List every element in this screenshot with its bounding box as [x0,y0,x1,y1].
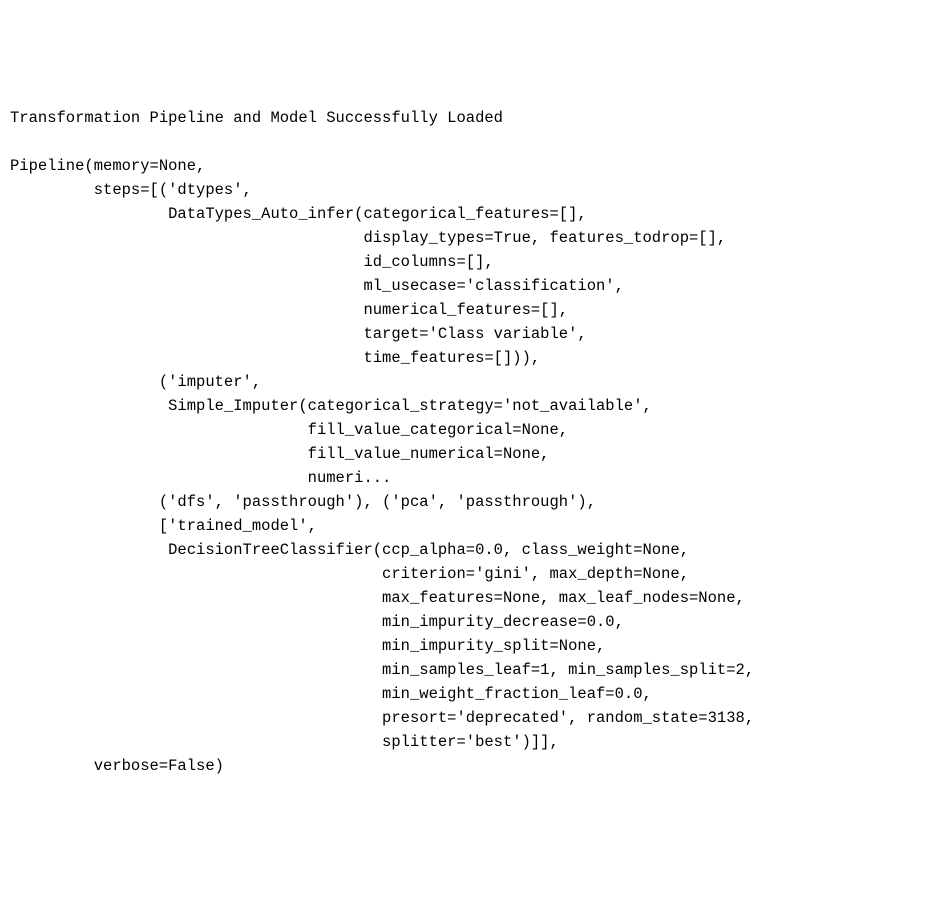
pipeline-line: min_weight_fraction_leaf=0.0, [10,685,652,703]
pipeline-line: fill_value_numerical=None, [10,445,550,463]
pipeline-line: ('dfs', 'passthrough'), ('pca', 'passthr… [10,493,596,511]
status-line: Transformation Pipeline and Model Succes… [10,109,503,127]
pipeline-line: ('imputer', [10,373,261,391]
pipeline-line: min_impurity_split=None, [10,637,605,655]
pipeline-line: DataTypes_Auto_infer(categorical_feature… [10,205,587,223]
pipeline-line: verbose=False) [10,757,224,775]
pipeline-line: presort='deprecated', random_state=3138, [10,709,754,727]
pipeline-line: min_impurity_decrease=0.0, [10,613,624,631]
pipeline-line: numeri... [10,469,391,487]
pipeline-line: Simple_Imputer(categorical_strategy='not… [10,397,652,415]
pipeline-line: target='Class variable', [10,325,587,343]
pipeline-line: display_types=True, features_todrop=[], [10,229,726,247]
pipeline-line: numerical_features=[], [10,301,568,319]
pipeline-line: min_samples_leaf=1, min_samples_split=2, [10,661,754,679]
pipeline-line: criterion='gini', max_depth=None, [10,565,689,583]
pipeline-line: fill_value_categorical=None, [10,421,568,439]
pipeline-line: steps=[('dtypes', [10,181,252,199]
pipeline-line: id_columns=[], [10,253,494,271]
pipeline-line: ml_usecase='classification', [10,277,624,295]
pipeline-line: splitter='best')]], [10,733,559,751]
pipeline-line: max_features=None, max_leaf_nodes=None, [10,589,745,607]
pipeline-line: ['trained_model', [10,517,317,535]
pipeline-line: DecisionTreeClassifier(ccp_alpha=0.0, cl… [10,541,689,559]
cell-output: Transformation Pipeline and Model Succes… [10,106,929,778]
pipeline-line: time_features=[])), [10,349,540,367]
pipeline-line: Pipeline(memory=None, [10,157,205,175]
